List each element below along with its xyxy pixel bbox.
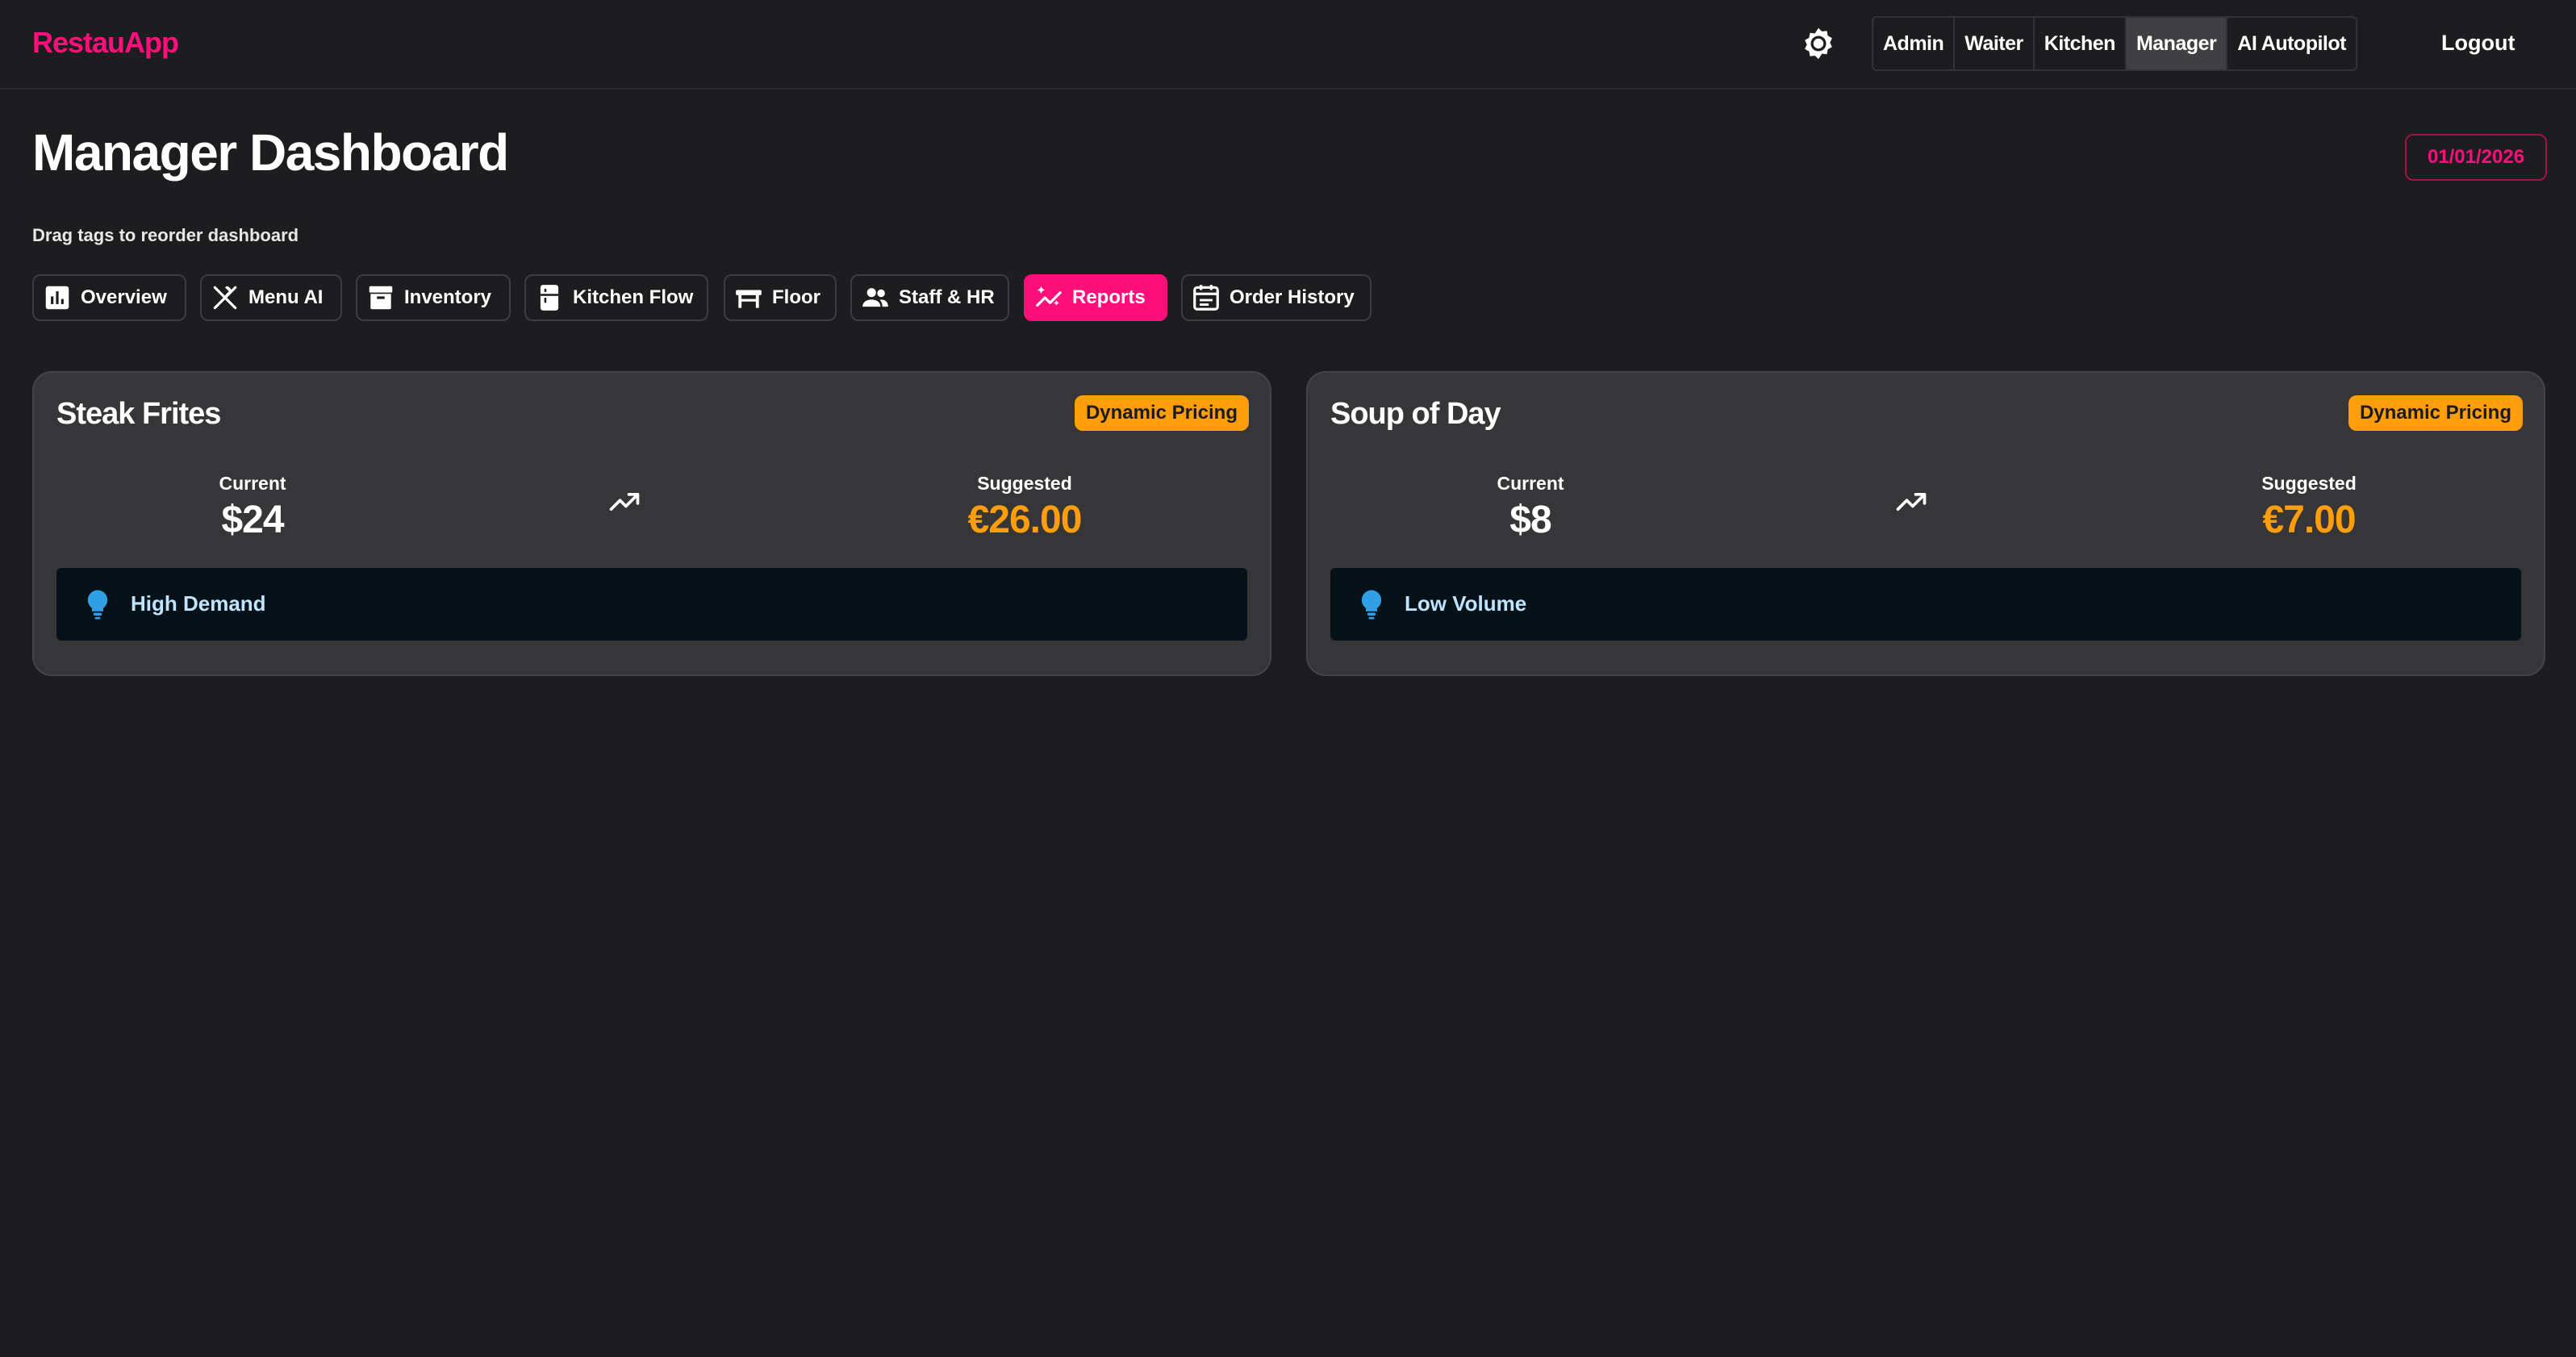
fridge-icon <box>540 285 559 311</box>
tab-floor[interactable]: Floor <box>724 274 837 321</box>
suggested-price-label: Suggested <box>2261 473 2357 494</box>
people-icon <box>862 288 888 307</box>
tab-label: Reports <box>1072 286 1146 308</box>
date-badge[interactable]: 01/01/2026 <box>2405 134 2547 181</box>
current-price-label: Current <box>219 473 286 494</box>
role-admin-button[interactable]: Admin <box>1873 18 1956 69</box>
tab-label: Floor <box>772 286 820 308</box>
suggested-price: Suggested €26.00 <box>928 473 1121 542</box>
logout-button[interactable]: Logout <box>2441 31 2515 56</box>
insight-text: Low Volume <box>1405 591 1527 616</box>
insight-panel: High Demand <box>56 568 1247 641</box>
tab-label: Inventory <box>404 286 492 308</box>
dynamic-pricing-badge: Dynamic Pricing <box>2348 395 2523 431</box>
sparkle-trend-icon <box>1036 286 1062 307</box>
current-price-value: $8 <box>1509 499 1551 541</box>
current-price-label: Current <box>1497 473 1564 494</box>
suggested-price-value: €7.00 <box>2262 499 2356 541</box>
tab-reports[interactable]: Reports <box>1024 274 1167 321</box>
pricing-card: Soup of Day Dynamic Pricing Current $8 S… <box>1306 371 2545 676</box>
top-bar: RestauApp Admin Waiter Kitchen Manager A… <box>0 0 2576 90</box>
page-title: Manager Dashboard <box>32 123 509 182</box>
calendar-list-icon <box>1193 285 1219 311</box>
lightbulb-icon <box>1361 590 1382 620</box>
tab-label: Overview <box>81 286 167 308</box>
tab-label: Kitchen Flow <box>573 286 694 308</box>
card-title: Soup of Day <box>1330 397 1501 431</box>
archive-box-icon <box>369 286 393 310</box>
pricing-card: Steak Frites Dynamic Pricing Current $24… <box>32 371 1271 676</box>
insight-text: High Demand <box>131 591 266 616</box>
role-kitchen-button[interactable]: Kitchen <box>2035 18 2127 69</box>
trending-up-icon <box>1896 493 1927 511</box>
sun-gear-icon <box>1805 27 1832 60</box>
tab-staff-hr[interactable]: Staff & HR <box>850 274 1009 321</box>
tab-label: Menu AI <box>248 286 324 308</box>
role-manager-button[interactable]: Manager <box>2126 18 2228 69</box>
dynamic-pricing-badge: Dynamic Pricing <box>1074 395 1249 431</box>
lightbulb-icon <box>87 590 108 620</box>
reorder-hint: Drag tags to reorder dashboard <box>32 225 299 245</box>
current-price-value: $24 <box>221 499 284 541</box>
tab-inventory[interactable]: Inventory <box>356 274 511 321</box>
role-ai-autopilot-button[interactable]: AI Autopilot <box>2227 18 2356 69</box>
insight-panel: Low Volume <box>1330 568 2521 641</box>
tab-order-history[interactable]: Order History <box>1181 274 1372 321</box>
tab-menu-ai[interactable]: Menu AI <box>200 274 342 321</box>
suggested-price: Suggested €7.00 <box>2212 473 2406 542</box>
table-icon <box>736 290 762 308</box>
role-switcher: Admin Waiter Kitchen Manager AI Autopilo… <box>1872 16 2357 71</box>
tab-label: Staff & HR <box>899 286 995 308</box>
card-title: Steak Frites <box>56 397 221 431</box>
suggested-price-value: €26.00 <box>967 499 1083 541</box>
tab-kitchen-flow[interactable]: Kitchen Flow <box>524 274 708 321</box>
trending-up-icon <box>609 493 640 511</box>
fork-knife-icon <box>213 286 237 310</box>
current-price: Current $24 <box>156 473 349 542</box>
theme-toggle-button[interactable] <box>1801 26 1836 61</box>
role-waiter-button[interactable]: Waiter <box>1955 18 2035 69</box>
bar-chart-icon <box>45 286 69 310</box>
suggested-price-label: Suggested <box>977 473 1072 494</box>
tab-overview[interactable]: Overview <box>32 274 186 321</box>
app-logo[interactable]: RestauApp <box>32 26 179 60</box>
current-price: Current $8 <box>1434 473 1627 542</box>
tab-label: Order History <box>1230 286 1355 308</box>
